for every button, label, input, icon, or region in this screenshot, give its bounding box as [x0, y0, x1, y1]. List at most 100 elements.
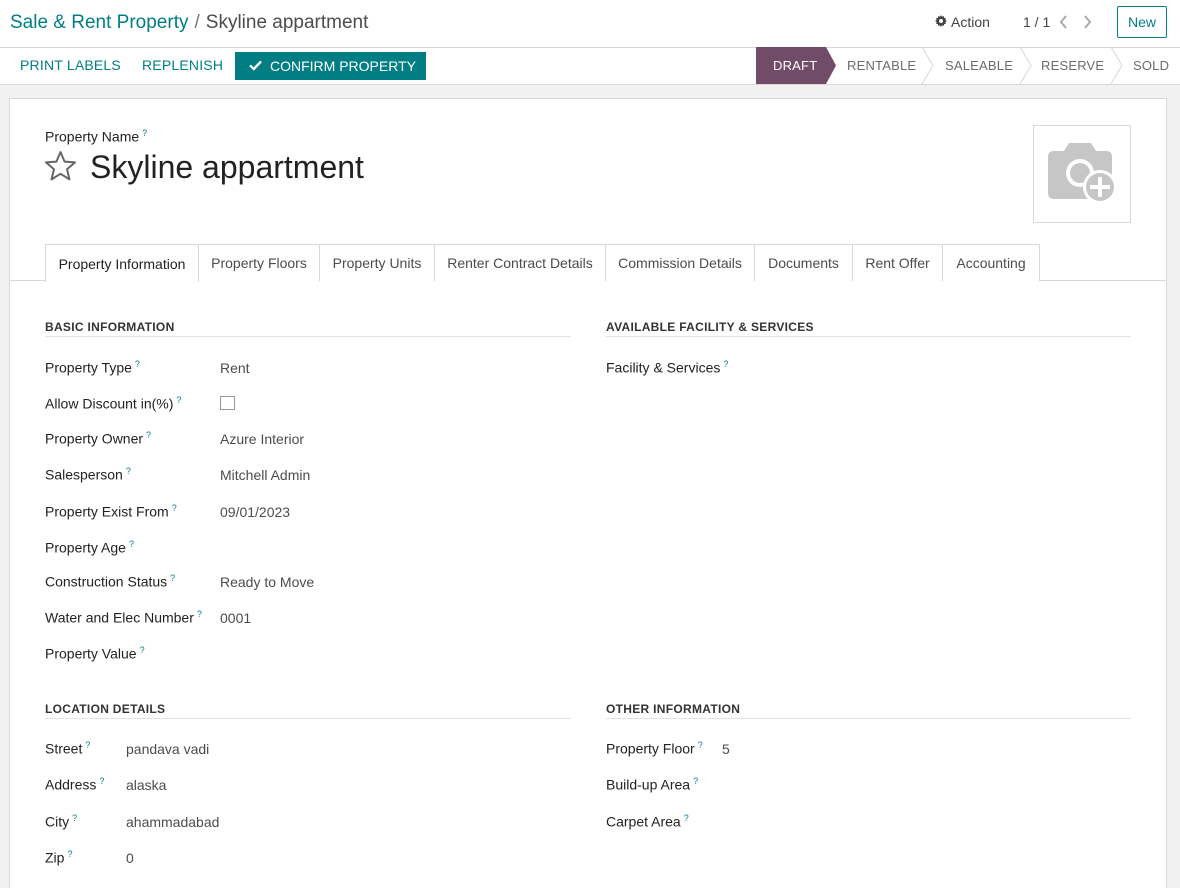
action-button[interactable]: Action — [935, 14, 990, 30]
print-labels-button[interactable]: PRINT LABELS — [20, 57, 121, 73]
status-saleable-arrow — [1020, 47, 1032, 84]
status-draft[interactable]: DRAFT — [756, 47, 826, 84]
help-tooltip[interactable]: ? — [176, 395, 181, 405]
status-reserve[interactable]: RESERVE — [1041, 47, 1104, 84]
status-reserve-arrow — [1111, 47, 1123, 84]
other-information-divider — [606, 718, 1131, 719]
status-saleable[interactable]: SALEABLE — [945, 47, 1013, 84]
basic-information-title: BASIC INFORMATION — [45, 320, 175, 334]
pager-value[interactable]: 1 / 1 — [1023, 14, 1050, 30]
status-bar: DRAFT RENTABLE SALEABLE RESERVE SOLD — [756, 47, 1180, 84]
property-name-value[interactable]: Skyline appartment — [90, 149, 364, 186]
carpet-area-label: Carpet Area? — [606, 813, 689, 830]
property-exist-from-value[interactable]: 09/01/2023 — [220, 504, 290, 520]
property-owner-value[interactable]: Azure Interior — [220, 431, 304, 447]
help-tooltip[interactable]: ? — [67, 849, 72, 859]
status-rentable-arrow — [922, 47, 934, 84]
status-sold[interactable]: SOLD — [1133, 47, 1169, 84]
location-details-divider — [45, 718, 571, 719]
new-button[interactable]: New — [1117, 6, 1167, 38]
facility-services-label: Facility & Services? — [606, 359, 728, 376]
salesperson-label: Salesperson? — [45, 466, 131, 483]
street-label-text: Street — [45, 740, 83, 757]
property-image-upload[interactable] — [1033, 125, 1131, 223]
salesperson-value[interactable]: Mitchell Admin — [220, 467, 310, 483]
help-tooltip[interactable]: ? — [170, 573, 175, 583]
help-tooltip[interactable]: ? — [197, 609, 202, 619]
address-label: Address? — [45, 776, 104, 793]
breadcrumb-separator: / — [194, 12, 200, 33]
city-value[interactable]: ahammadabad — [126, 814, 219, 830]
facility-services-divider — [606, 336, 1131, 337]
help-tooltip[interactable]: ? — [142, 128, 147, 138]
address-value[interactable]: alaska — [126, 777, 166, 793]
property-exist-from-label-text: Property Exist From — [45, 503, 169, 520]
help-tooltip[interactable]: ? — [693, 776, 698, 786]
carpet-area-label-text: Carpet Area — [606, 813, 681, 830]
property-value-label-text: Property Value — [45, 645, 137, 662]
allow-discount-checkbox[interactable] — [220, 396, 235, 410]
property-name-label-text: Property Name — [45, 128, 140, 145]
property-type-label: Property Type? — [45, 359, 140, 376]
help-tooltip[interactable]: ? — [698, 740, 703, 750]
tab-renter-contract-details[interactable]: Renter Contract Details — [434, 244, 606, 281]
allow-discount-label-text: Allow Discount in(%) — [45, 395, 174, 412]
help-tooltip[interactable]: ? — [723, 359, 728, 369]
facility-services-title: AVAILABLE FACILITY & SERVICES — [606, 320, 814, 334]
action-label: Action — [951, 14, 990, 30]
property-owner-label-text: Property Owner — [45, 430, 144, 447]
water-elec-number-value[interactable]: 0001 — [220, 610, 251, 626]
form-sheet — [9, 98, 1167, 888]
help-tooltip[interactable]: ? — [684, 813, 689, 823]
tab-rent-offer[interactable]: Rent Offer — [852, 244, 943, 281]
water-elec-number-label-text: Water and Elec Number — [45, 609, 194, 626]
construction-status-value[interactable]: Ready to Move — [220, 574, 314, 590]
construction-status-label: Construction Status? — [45, 573, 175, 590]
help-tooltip[interactable]: ? — [72, 813, 77, 823]
help-tooltip[interactable]: ? — [135, 359, 140, 369]
property-floor-label: Property Floor? — [606, 740, 703, 757]
tab-accounting[interactable]: Accounting — [942, 244, 1040, 281]
chevron-right-icon[interactable] — [1081, 14, 1093, 30]
address-label-text: Address — [45, 776, 97, 793]
build-up-area-label-text: Build-up Area — [606, 776, 691, 793]
help-tooltip[interactable]: ? — [85, 740, 90, 750]
property-type-value[interactable]: Rent — [220, 360, 250, 376]
help-tooltip[interactable]: ? — [140, 645, 145, 655]
tab-property-information[interactable]: Property Information — [45, 244, 199, 282]
star-icon[interactable] — [44, 150, 77, 182]
status-saleable-label: SALEABLE — [945, 58, 1014, 73]
construction-status-label-text: Construction Status — [45, 573, 168, 590]
status-draft-arrow — [826, 47, 836, 84]
allow-discount-label: Allow Discount in(%)? — [45, 395, 181, 412]
property-value-label: Property Value? — [45, 645, 145, 662]
street-label: Street? — [45, 740, 90, 757]
property-name-label: Property Name? — [45, 128, 147, 145]
property-type-label-text: Property Type — [45, 359, 132, 376]
tab-property-floors[interactable]: Property Floors — [198, 244, 320, 281]
replenish-button[interactable]: REPLENISH — [142, 57, 223, 73]
chevron-left-icon[interactable] — [1058, 14, 1070, 30]
other-information-title: OTHER INFORMATION — [606, 702, 741, 716]
street-value[interactable]: pandava vadi — [126, 741, 209, 757]
help-tooltip[interactable]: ? — [99, 776, 104, 786]
zip-label-text: Zip — [45, 849, 65, 866]
confirm-property-button[interactable]: CONFIRM PROPERTY — [235, 52, 426, 80]
build-up-area-label: Build-up Area? — [606, 776, 698, 793]
basic-information-divider — [45, 336, 571, 337]
help-tooltip[interactable]: ? — [126, 466, 131, 476]
salesperson-label-text: Salesperson — [45, 466, 123, 483]
tab-documents[interactable]: Documents — [754, 244, 853, 281]
help-tooltip[interactable]: ? — [146, 430, 151, 440]
help-tooltip[interactable]: ? — [129, 539, 134, 549]
tab-commission-details[interactable]: Commission Details — [605, 244, 755, 281]
help-tooltip[interactable]: ? — [172, 503, 177, 513]
status-draft-label: DRAFT — [773, 58, 818, 73]
status-rentable[interactable]: RENTABLE — [847, 47, 916, 84]
tab-property-units[interactable]: Property Units — [319, 244, 435, 281]
city-label: City? — [45, 813, 77, 830]
property-floor-value[interactable]: 5 — [722, 741, 730, 757]
zip-value[interactable]: 0 — [126, 850, 134, 866]
breadcrumb-parent-link[interactable]: Sale & Rent Property — [10, 12, 188, 33]
location-details-title: LOCATION DETAILS — [45, 702, 166, 716]
